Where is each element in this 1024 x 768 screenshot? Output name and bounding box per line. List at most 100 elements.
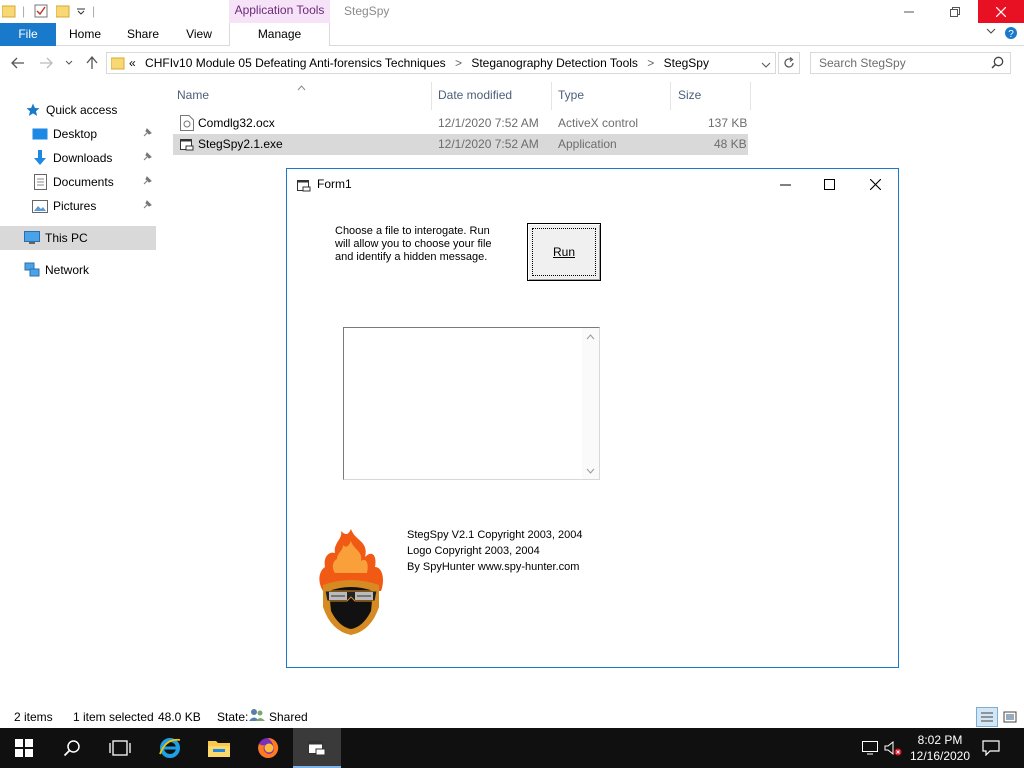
breadcrumb-separator[interactable]: > (455, 56, 462, 70)
pin-icon[interactable] (142, 176, 152, 189)
nav-item-desktop[interactable]: Desktop (0, 122, 156, 146)
desktop-icon (32, 126, 48, 142)
navigation-pane: Quick access Desktop Downloads Documents (0, 96, 160, 696)
file-type: Application (558, 137, 617, 151)
pin-icon[interactable] (142, 200, 152, 213)
breadcrumb-separator[interactable]: > (647, 56, 654, 70)
form1-maximize-button[interactable] (807, 171, 851, 197)
refresh-button[interactable] (778, 52, 800, 74)
forward-button[interactable] (36, 53, 56, 73)
system-clock[interactable]: 8:02 PM 12/16/2020 (905, 732, 975, 764)
credits-line: StegSpy V2.1 Copyright 2003, 2004 (407, 529, 583, 541)
run-button-label: Run (552, 245, 575, 259)
breadcrumb-overflow[interactable]: « (129, 56, 136, 70)
stegspy-taskbar-icon[interactable] (293, 728, 341, 768)
nav-item-network[interactable]: Network (0, 258, 156, 282)
file-date: 12/1/2020 7:52 AM (438, 116, 539, 130)
minimize-button[interactable] (886, 0, 932, 23)
column-divider[interactable] (551, 82, 552, 110)
search-icon[interactable] (48, 728, 96, 768)
scroll-up-icon[interactable] (582, 328, 599, 345)
pictures-icon (32, 198, 48, 214)
address-bar[interactable]: « CHFIv10 Module 05 Defeating Anti-foren… (106, 52, 776, 74)
network-icon (24, 262, 40, 278)
nav-item-label: This PC (45, 231, 88, 245)
file-row[interactable]: Comdlg32.ocx 12/1/2020 7:52 AM ActiveX c… (173, 113, 748, 134)
close-button[interactable] (978, 0, 1024, 23)
output-textbox[interactable] (343, 327, 600, 480)
customize-quick-access-icon[interactable] (76, 5, 86, 19)
task-view-icon[interactable] (96, 728, 144, 768)
restore-button[interactable] (932, 0, 978, 23)
back-button[interactable] (8, 53, 28, 73)
column-header-type[interactable]: Type (558, 88, 584, 116)
column-header-date-modified[interactable]: Date modified (438, 88, 512, 116)
run-button[interactable]: Run (527, 223, 601, 281)
vertical-scrollbar[interactable] (582, 328, 599, 479)
folder-icon (110, 56, 125, 73)
expand-ribbon-icon[interactable] (986, 26, 996, 39)
file-explorer-icon[interactable] (195, 728, 243, 768)
nav-item-documents[interactable]: Documents (0, 170, 156, 194)
clock-time: 8:02 PM (917, 733, 963, 747)
shared-users-icon (248, 708, 266, 725)
form1-window: Form1 Choose a file to interogate. Run w… (286, 168, 899, 668)
file-size: 137 KB (708, 116, 748, 130)
breadcrumb-item[interactable]: CHFIv10 Module 05 Defeating Anti-forensi… (145, 56, 446, 70)
nav-item-pictures[interactable]: Pictures (0, 194, 156, 218)
form1-minimize-button[interactable] (763, 171, 807, 197)
taskbar: 8:02 PM 12/16/2020 (0, 728, 1024, 768)
large-icons-view-button[interactable] (999, 707, 1021, 727)
tab-home[interactable]: Home (60, 23, 110, 46)
folder-icon[interactable] (1, 4, 16, 21)
credits-line: By SpyHunter www.spy-hunter.com (407, 561, 580, 573)
help-icon[interactable]: ? (1004, 26, 1018, 43)
file-name: StegSpy2.1.exe (198, 137, 283, 151)
nav-item-this-pc[interactable]: This PC (0, 226, 156, 250)
search-icon[interactable] (991, 56, 1004, 72)
contextual-tab-header: Application Tools (229, 0, 330, 23)
column-divider[interactable] (750, 82, 751, 110)
form1-close-button[interactable] (853, 171, 897, 197)
network-tray-icon[interactable] (862, 728, 878, 768)
address-dropdown-icon[interactable] (761, 59, 771, 73)
stegspy-logo (311, 527, 391, 639)
application-icon (297, 178, 311, 195)
selection-count: 1 item selected (73, 710, 154, 724)
address-row: « CHFIv10 Module 05 Defeating Anti-foren… (0, 47, 1024, 80)
tab-view[interactable]: View (176, 23, 222, 46)
nav-item-quick-access[interactable]: Quick access (0, 98, 156, 122)
column-divider[interactable] (670, 82, 671, 110)
tab-manage[interactable]: Manage (229, 23, 330, 46)
nav-item-label: Downloads (53, 151, 113, 165)
breadcrumb-item[interactable]: Steganography Detection Tools (471, 56, 638, 70)
computer-icon (24, 230, 40, 246)
file-row[interactable]: StegSpy2.1.exe 12/1/2020 7:52 AM Applica… (173, 134, 748, 155)
pin-icon[interactable] (142, 128, 152, 141)
details-view-button[interactable] (976, 707, 998, 727)
recent-locations-button[interactable] (62, 53, 76, 73)
search-input[interactable] (811, 53, 981, 73)
notifications-icon[interactable] (982, 728, 1000, 768)
nav-item-label: Documents (53, 175, 114, 189)
column-divider[interactable] (431, 82, 432, 110)
column-header-size[interactable]: Size (678, 88, 701, 116)
breadcrumb-item[interactable]: StegSpy (664, 56, 709, 70)
output-text[interactable] (345, 329, 581, 478)
nav-item-downloads[interactable]: Downloads (0, 146, 156, 170)
file-list: Name Date modified Type Size Comdlg32.oc… (170, 80, 770, 170)
firefox-icon[interactable] (244, 728, 292, 768)
tab-file[interactable]: File (0, 23, 56, 46)
search-box[interactable] (810, 52, 1011, 74)
up-button[interactable] (82, 53, 102, 73)
scroll-down-icon[interactable] (582, 462, 599, 479)
new-folder-icon[interactable] (55, 4, 70, 21)
nav-item-label: Pictures (53, 199, 97, 213)
column-header-name[interactable]: Name (177, 88, 209, 116)
tab-share[interactable]: Share (118, 23, 168, 46)
properties-icon[interactable] (34, 4, 48, 21)
volume-muted-icon[interactable] (884, 728, 902, 768)
pin-icon[interactable] (142, 152, 152, 165)
start-button[interactable] (0, 728, 48, 768)
internet-explorer-icon[interactable] (146, 728, 194, 768)
